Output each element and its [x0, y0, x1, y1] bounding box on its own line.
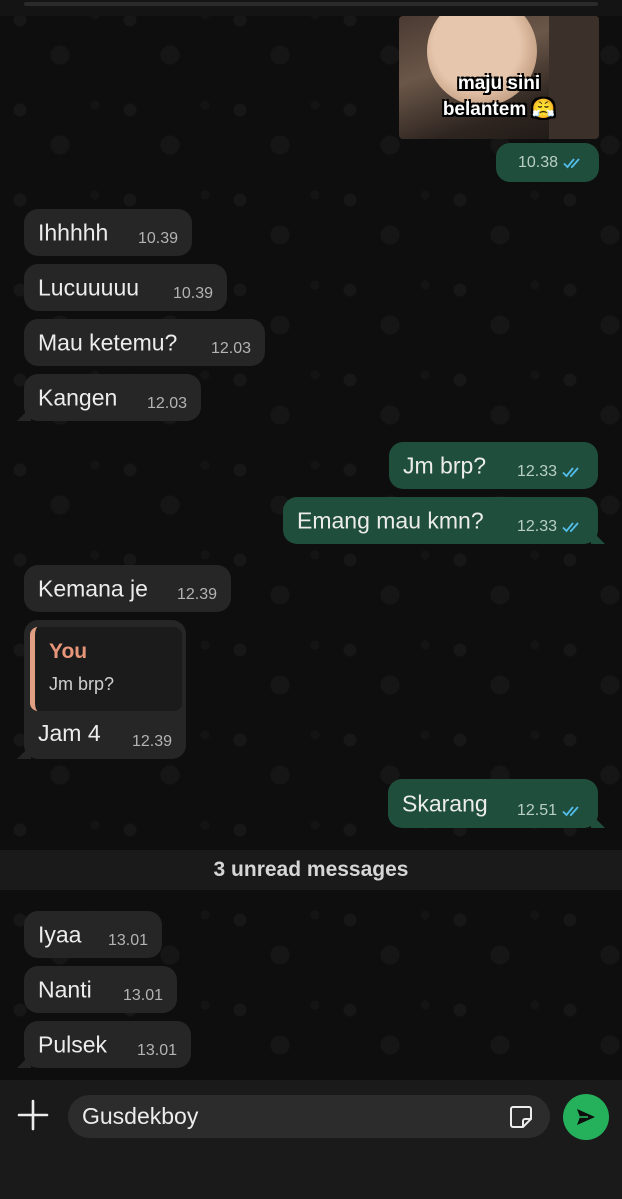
message-text: Kangen: [38, 383, 118, 410]
image-message-time-badge: 10.38: [496, 143, 599, 182]
image-caption-line1: maju sini: [457, 73, 541, 94]
message-text: Lucuuuuu: [38, 273, 140, 300]
read-receipt-icon: [562, 467, 579, 478]
message-bubble-incoming[interactable]: Kemana je 12.39: [24, 565, 231, 612]
message-time: 12.33: [516, 518, 557, 535]
message-bubble-outgoing[interactable]: Emang mau kmn? 12.33: [283, 497, 598, 544]
message-time: 12.33: [516, 463, 557, 480]
message-text: Emang mau kmn?: [297, 506, 484, 533]
message-time: 10.39: [137, 230, 178, 247]
message-time: 12.51: [516, 802, 557, 819]
message-time: 13.01: [122, 987, 163, 1004]
message-text: Ihhhhh: [38, 218, 109, 245]
message-text: Jam 4: [38, 720, 101, 746]
message-time: 12.39: [131, 733, 172, 750]
message-bubble-incoming[interactable]: Iyaa 13.01: [24, 911, 162, 958]
message-bubble-outgoing[interactable]: Jm brp? 12.33: [389, 442, 598, 489]
send-button[interactable]: [563, 1094, 609, 1140]
message-composer: Gusdekboy: [0, 1080, 622, 1199]
plus-icon[interactable]: [16, 1098, 50, 1132]
message-input-value[interactable]: Gusdekboy: [82, 1103, 198, 1130]
message-time: 10.39: [172, 285, 213, 302]
image-caption-line2: belantem 😤: [442, 99, 556, 120]
message-text: Jm brp?: [403, 451, 487, 478]
sticker-icon[interactable]: [508, 1104, 534, 1130]
message-bubble-incoming[interactable]: Nanti 13.01: [24, 966, 177, 1013]
message-time: 13.01: [107, 932, 148, 949]
send-icon: [577, 1109, 595, 1125]
message-bubble-incoming[interactable]: Ihhhhh 10.39: [24, 209, 192, 256]
top-status-strip: [0, 0, 622, 16]
read-receipt-icon: [562, 522, 579, 533]
message-bubble-incoming[interactable]: Mau ketemu? 12.03: [24, 319, 265, 366]
message-text: Iyaa: [38, 920, 82, 947]
message-time: 12.03: [146, 395, 187, 412]
quoted-text: Jm brp?: [49, 674, 115, 694]
read-receipt-icon: [562, 806, 579, 817]
message-time: 13.01: [136, 1042, 177, 1059]
message-text: Nanti: [38, 975, 92, 1002]
image-message[interactable]: maju sini belantem 😤: [399, 16, 599, 139]
message-time: 10.38: [517, 154, 558, 171]
message-text: Skarang: [402, 789, 488, 816]
message-time: 12.39: [176, 586, 217, 603]
message-time: 12.03: [210, 340, 251, 357]
message-bubble-outgoing[interactable]: Skarang 12.51: [388, 779, 598, 828]
message-text: Mau ketemu?: [38, 328, 178, 355]
message-bubble-incoming[interactable]: Kangen 12.03: [24, 374, 201, 421]
message-bubble-incoming[interactable]: Lucuuuuu 10.39: [24, 264, 227, 311]
message-text: Pulsek: [38, 1030, 108, 1057]
message-input[interactable]: Gusdekboy: [68, 1095, 550, 1138]
unread-messages-banner: 3 unread messages: [0, 850, 622, 890]
message-text: Kemana je: [38, 574, 148, 601]
message-bubble-incoming[interactable]: Pulsek 13.01: [24, 1021, 191, 1068]
quoted-author: You: [49, 640, 88, 663]
quoted-reply-card[interactable]: You Jm brp?: [30, 627, 182, 711]
read-receipt-icon: [563, 158, 580, 169]
image-caption: maju sini belantem 😤: [399, 71, 599, 123]
